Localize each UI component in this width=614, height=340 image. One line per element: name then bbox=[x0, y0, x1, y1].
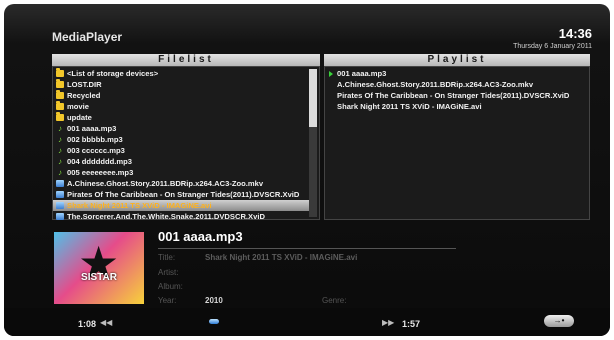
filelist-item-label: <List of storage devices> bbox=[67, 69, 159, 78]
filelist-item[interactable]: Pirates Of The Caribbean - On Stranger T… bbox=[53, 189, 309, 200]
meta-year-label: Year: bbox=[158, 296, 177, 305]
filelist-item[interactable]: ♪ 004 ddddddd.mp3 bbox=[53, 156, 309, 167]
filelist-item[interactable]: movie bbox=[53, 101, 309, 112]
video-file-icon bbox=[56, 202, 64, 209]
filelist-item[interactable]: A.Chinese.Ghost.Story.2011.BDRip.x264.AC… bbox=[53, 178, 309, 189]
playlist-item[interactable]: Pirates Of The Caribbean - On Stranger T… bbox=[325, 90, 589, 101]
playlist-item-label: Shark Night 2011 TS XViD - IMAGiNE.avi bbox=[337, 102, 482, 111]
filelist-item-label: 004 ddddddd.mp3 bbox=[67, 157, 132, 166]
filelist-header: Filelist bbox=[52, 54, 320, 66]
meta-title-value: Shark Night 2011 TS XViD - IMAGiNE.avi bbox=[205, 253, 358, 262]
filelist-item[interactable]: ♪ 003 cccccc.mp3 bbox=[53, 145, 309, 156]
media-player-screen: MediaPlayer 14:36 Thursday 6 January 201… bbox=[4, 4, 610, 336]
filelist-item[interactable]: <List of storage devices> bbox=[53, 68, 309, 79]
album-art: ★ SISTAR bbox=[54, 232, 144, 304]
filelist-item-label: update bbox=[67, 113, 92, 122]
folder-icon bbox=[56, 79, 64, 88]
filelist-item-label: 001 aaaa.mp3 bbox=[67, 124, 117, 133]
total-time: 1:57 bbox=[402, 319, 421, 329]
meta-genre-label: Genre: bbox=[322, 296, 347, 305]
fast-forward-icon[interactable]: ▶▶ bbox=[382, 318, 394, 327]
filelist-item[interactable]: ♪ 002 bbbbb.mp3 bbox=[53, 134, 309, 145]
music-note-icon: ♪ bbox=[58, 135, 62, 144]
filelist-item[interactable]: Recycled bbox=[53, 90, 309, 101]
music-note-icon: ♪ bbox=[58, 168, 62, 177]
video-file-icon bbox=[56, 213, 64, 220]
filelist-pane[interactable]: <List of storage devices> LOST.DIR Recycle… bbox=[52, 66, 320, 222]
album-art-text: SISTAR bbox=[81, 272, 117, 283]
music-note-icon: ♪ bbox=[58, 124, 62, 133]
video-file-icon bbox=[56, 180, 64, 187]
meta-album-label: Album: bbox=[158, 282, 183, 291]
filelist-item[interactable]: ♪ 001 aaaa.mp3 bbox=[53, 123, 309, 134]
playlist-item-label: Pirates Of The Caribbean - On Stranger T… bbox=[337, 91, 570, 100]
filelist-scrollbar[interactable] bbox=[309, 69, 317, 217]
playlist-pane[interactable]: 001 aaaa.mp3 A.Chinese.Ghost.Story.2011.B… bbox=[324, 66, 590, 220]
elapsed-time: 1:08 bbox=[78, 319, 97, 329]
filelist-item-label: Recycled bbox=[67, 91, 101, 100]
play-arrow-icon bbox=[329, 70, 333, 77]
filelist-item[interactable]: ♪ 005 eeeeeeee.mp3 bbox=[53, 167, 309, 178]
repeat-button[interactable]: →• bbox=[544, 315, 574, 327]
filelist-item[interactable]: LOST.DIR bbox=[53, 79, 309, 90]
filelist-item-label: LOST.DIR bbox=[67, 80, 102, 89]
filelist-item-label: Shark Night 2011 TS XViD - IMAGiNE.avi bbox=[67, 201, 212, 210]
playlist-item[interactable]: Shark Night 2011 TS XViD - IMAGiNE.avi bbox=[325, 101, 589, 112]
meta-title-label: Title: bbox=[158, 253, 176, 262]
filelist-item-label: 003 cccccc.mp3 bbox=[67, 146, 125, 155]
music-note-icon: ♪ bbox=[58, 146, 62, 155]
filelist-item-label: Pirates Of The Caribbean - On Stranger T… bbox=[67, 190, 300, 199]
playlist-item-label: A.Chinese.Ghost.Story.2011.BDRip.x264.AC… bbox=[337, 80, 534, 89]
clock-time: 14:36 bbox=[558, 26, 592, 41]
filelist-item-label: The.Sorcerer.And.The.White.Snake.2011.DV… bbox=[67, 212, 265, 221]
clock-date: Thursday 6 January 2011 bbox=[513, 43, 592, 50]
filelist-item-label: 002 bbbbb.mp3 bbox=[67, 135, 123, 144]
meta-year-value: 2010 bbox=[205, 296, 223, 305]
playlist-item[interactable]: A.Chinese.Ghost.Story.2011.BDRip.x264.AC… bbox=[325, 79, 589, 90]
repeat-icon: →• bbox=[553, 316, 565, 325]
playlist-header: Playlist bbox=[324, 54, 590, 66]
video-file-icon bbox=[56, 191, 64, 198]
playlist-item-label: 001 aaaa.mp3 bbox=[337, 69, 387, 78]
music-note-icon: ♪ bbox=[58, 157, 62, 166]
filelist-item[interactable]: update bbox=[53, 112, 309, 123]
folder-icon bbox=[56, 90, 64, 99]
app-title: MediaPlayer bbox=[52, 30, 123, 44]
progress-indicator-icon bbox=[209, 319, 219, 324]
filelist-item[interactable]: Shark Night 2011 TS XViD - IMAGiNE.avi bbox=[53, 200, 309, 211]
folder-icon bbox=[56, 112, 64, 121]
filelist-item-label: 005 eeeeeeee.mp3 bbox=[67, 168, 134, 177]
rewind-icon[interactable]: ◀◀ bbox=[100, 318, 112, 327]
filelist-scroll-thumb[interactable] bbox=[309, 69, 317, 127]
now-playing-divider bbox=[158, 248, 456, 249]
filelist-item-label: movie bbox=[67, 102, 89, 111]
folder-icon bbox=[56, 101, 64, 110]
folder-icon bbox=[56, 68, 64, 77]
playlist-item[interactable]: 001 aaaa.mp3 bbox=[325, 68, 589, 79]
filelist-item-label: A.Chinese.Ghost.Story.2011.BDRip.x264.AC… bbox=[67, 179, 264, 188]
now-playing-title: 001 aaaa.mp3 bbox=[158, 229, 243, 244]
filelist-item[interactable]: The.Sorcerer.And.The.White.Snake.2011.DV… bbox=[53, 211, 309, 222]
meta-artist-label: Artist: bbox=[158, 268, 179, 277]
